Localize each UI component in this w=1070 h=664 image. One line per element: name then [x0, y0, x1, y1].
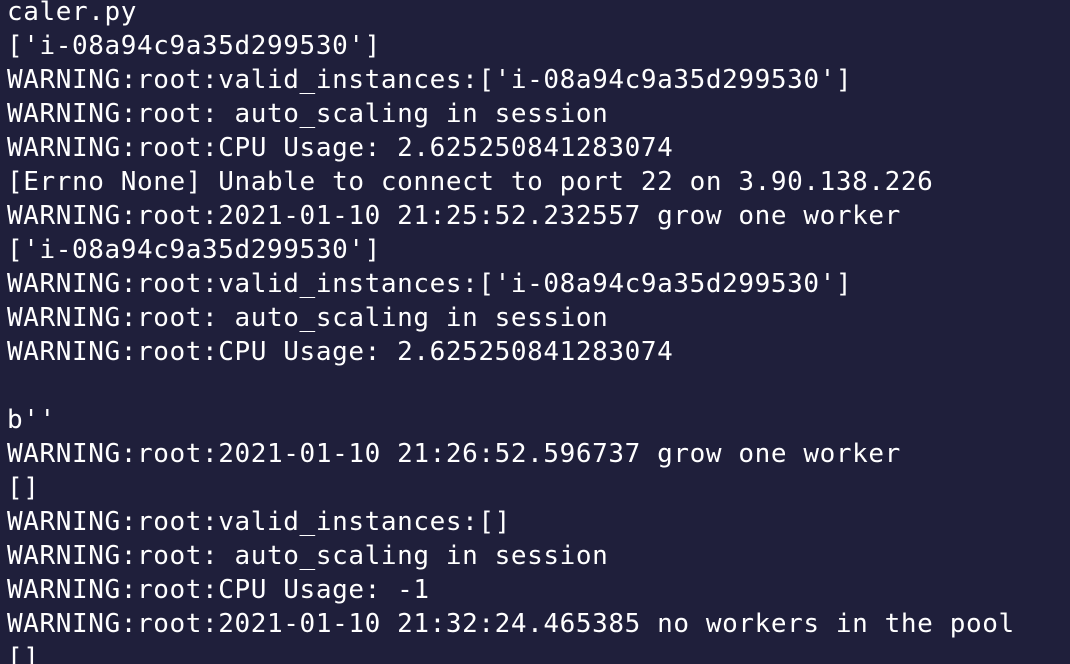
- terminal-line: b'': [7, 405, 56, 435]
- terminal-line: caler.py: [7, 0, 138, 27]
- terminal-line: WARNING:root: auto_scaling in session: [7, 303, 609, 333]
- terminal-line: WARNING:root:valid_instances:['i-08a94c9…: [7, 65, 853, 95]
- terminal-line: WARNING:root: auto_scaling in session: [7, 99, 609, 129]
- terminal-line: WARNING:root:valid_instances:['i-08a94c9…: [7, 269, 853, 299]
- terminal-line: WARNING:root:2021-01-10 21:32:24.465385 …: [7, 609, 1015, 639]
- terminal-line: WARNING:root:CPU Usage: 2.62525084128307…: [7, 133, 674, 163]
- terminal-line: [Errno None] Unable to connect to port 2…: [7, 167, 934, 197]
- terminal-line: WARNING:root:CPU Usage: 2.62525084128307…: [7, 337, 674, 367]
- terminal-line: WARNING:root:valid_instances:[]: [7, 507, 511, 537]
- terminal-line: WARNING:root: auto_scaling in session: [7, 541, 609, 571]
- terminal-line: []: [7, 643, 40, 664]
- terminal-line: WARNING:root:2021-01-10 21:25:52.232557 …: [7, 201, 901, 231]
- terminal-line: WARNING:root:2021-01-10 21:26:52.596737 …: [7, 439, 901, 469]
- terminal-line: []: [7, 473, 40, 503]
- terminal-output[interactable]: caler.py ['i-08a94c9a35d299530'] WARNING…: [7, 0, 1015, 664]
- terminal-line: ['i-08a94c9a35d299530']: [7, 235, 381, 265]
- terminal-line: WARNING:root:CPU Usage: -1: [7, 575, 430, 605]
- terminal-window[interactable]: caler.py ['i-08a94c9a35d299530'] WARNING…: [0, 0, 1070, 664]
- terminal-line: ['i-08a94c9a35d299530']: [7, 31, 381, 61]
